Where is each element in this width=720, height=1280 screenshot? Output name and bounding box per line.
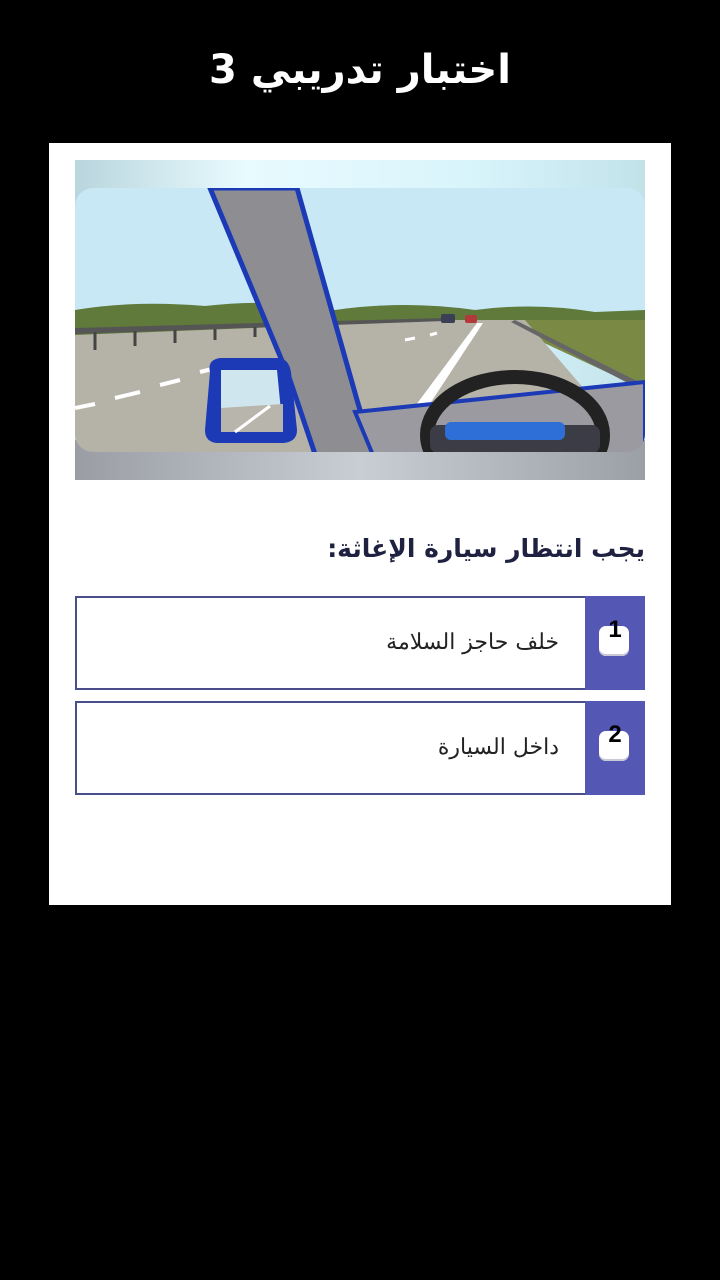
quiz-card: يجب انتظار سيارة الإغاثة: خلف حاجز السلا… (49, 143, 671, 905)
driving-scene-illustration (75, 160, 645, 480)
answer-number-box: 1 (585, 596, 645, 690)
answer-option-1[interactable]: خلف حاجز السلامة 1 (75, 596, 645, 690)
answer-number: 2 (608, 721, 622, 748)
answer-number: 1 (608, 616, 622, 643)
question-text: يجب انتظار سيارة الإغاثة: (327, 534, 645, 563)
answer-text: خلف حاجز السلامة (386, 630, 559, 655)
answer-option-2[interactable]: داخل السيارة 2 (75, 701, 645, 795)
answer-text: داخل السيارة (437, 735, 559, 760)
answer-number-box: 2 (585, 701, 645, 795)
page-title: اختبار تدريبي 3 (209, 47, 511, 93)
